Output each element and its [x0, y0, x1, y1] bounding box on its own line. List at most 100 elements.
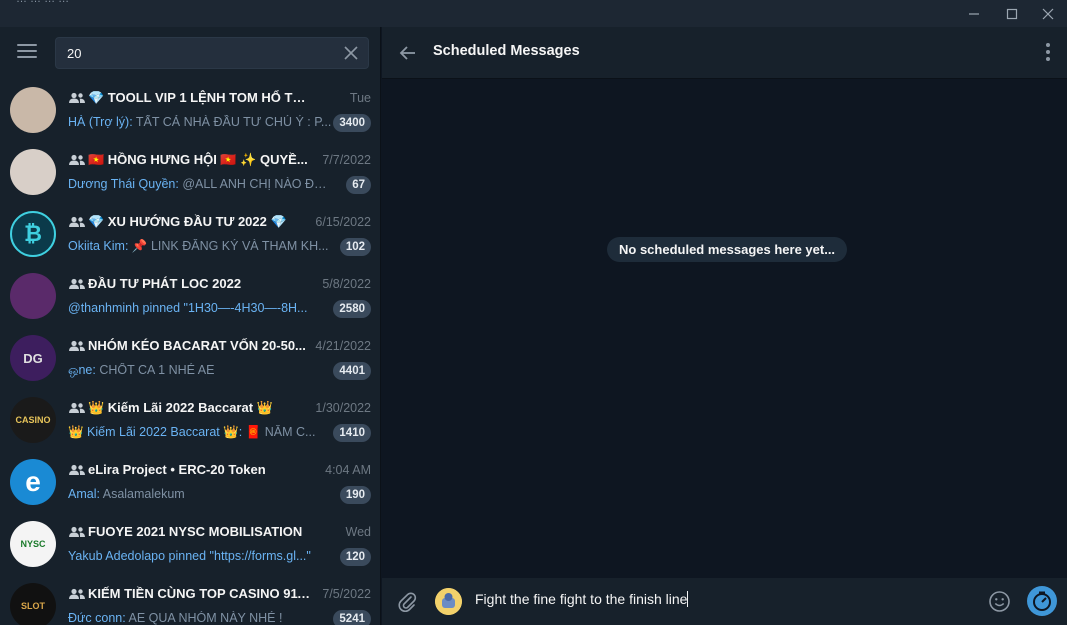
chat-sender: Okiita Kim:: [68, 239, 129, 253]
group-icon: [69, 526, 85, 537]
chat-preview: Okiita Kim: 📌 LINK ĐĂNG KÝ VÀ THAM KH...: [68, 239, 332, 254]
chat-date: 4/21/2022: [315, 339, 371, 353]
maximize-icon[interactable]: [993, 0, 1031, 27]
chat-list-item[interactable]: e eLira Project • ERC-20 Token 4:04 AM Amal…: [0, 452, 380, 514]
avatar-text: CASINO: [15, 415, 51, 425]
chat-preview: @thanhminh pinned "1H30—-4H30—-8H...: [68, 301, 332, 315]
chat-title: 🇻🇳 HỒNG HƯNG HỘI 🇻🇳 ✨ QUYỀ...: [88, 152, 308, 167]
chat-title: 💎 TOOLL VIP 1 LỆNH TOM HỔ TRỢ 💎 ...: [88, 90, 312, 105]
chat-title: eLira Project • ERC-20 Token: [88, 462, 266, 477]
chat-sender: Đức conn:: [68, 611, 126, 625]
chat-avatar: DG: [10, 335, 56, 381]
search-field[interactable]: [55, 37, 369, 69]
chat-list-item[interactable]: 💎 TOOLL VIP 1 LỆNH TOM HỔ TRỢ 💎 ... Tue HÀ…: [0, 80, 380, 142]
chat-sender: Dương Thái Quyền:: [68, 177, 179, 191]
chat-title: 💎 XU HƯỚNG ĐẦU TƯ 2022 💎: [88, 214, 287, 229]
group-icon: [69, 216, 85, 227]
chat-date: 6/15/2022: [315, 215, 371, 229]
hamburger-menu-icon[interactable]: [17, 44, 37, 60]
avatar-text: DG: [23, 350, 43, 366]
chat-preview-text: TẤT CẢ NHÀ ĐẦU TƯ CHÚ Ý : P...: [132, 115, 332, 129]
chat-preview: Đức conn: AE QUA NHÓM NÀY NHÉ !: [68, 611, 332, 625]
emoji-smile-icon[interactable]: [988, 590, 1011, 613]
message-input[interactable]: Fight the fine fight to the finish line: [475, 591, 955, 611]
send-as-avatar[interactable]: [435, 588, 462, 615]
chat-preview: ஒne: CHỐT CA 1 NHÉ AE: [68, 363, 332, 379]
avatar-text: NYSC: [20, 539, 46, 549]
chat-date: 1/30/2022: [315, 401, 371, 415]
avatar-text: e: [25, 466, 41, 497]
chat-preview-text: CHỐT CA 1 NHÉ AE: [95, 363, 215, 377]
chat-list-item[interactable]: ĐẦU TƯ PHÁT LOC 2022 5/8/2022 @thanhminh p…: [0, 266, 380, 328]
chat-avatar: e: [10, 459, 56, 505]
chat-preview-text: 🧧 NĂM C...: [242, 425, 316, 439]
chat-preview: Dương Thái Quyền: @ALL ANH CHỊ NÀO ĐA...: [68, 177, 332, 191]
text-caret: [687, 591, 689, 607]
chat-list-item[interactable]: SLOT KIẾM TIỀN CÙNG TOP CASINO 911 ... 7/5…: [0, 576, 380, 625]
chat-list-item[interactable]: NYSC FUOYE 2021 NYSC MOBILISATION Wed Yakub…: [0, 514, 380, 576]
message-composer: Fight the fine fight to the finish line: [382, 578, 1067, 625]
empty-state-message: No scheduled messages here yet...: [607, 237, 848, 262]
unread-badge: 3400: [333, 114, 371, 132]
chat-avatar: [10, 87, 56, 133]
chat-preview: Yakub Adedolapo pinned "https://forms.gl…: [68, 549, 332, 563]
group-icon: [69, 154, 85, 165]
chat-avatar: ₿: [10, 211, 56, 257]
minimize-icon[interactable]: [955, 0, 993, 27]
group-icon: [69, 278, 85, 289]
more-options-icon[interactable]: [1045, 43, 1051, 63]
unread-badge: 5241: [333, 610, 371, 625]
chat-preview: Amal: Asalamalekum: [68, 487, 332, 501]
chat-list-item[interactable]: ₿ 💎 XU HƯỚNG ĐẦU TƯ 2022 💎 6/15/2022 Okiita…: [0, 204, 380, 266]
chat-avatar: [10, 273, 56, 319]
message-input-text: Fight the fine fight to the finish line: [475, 591, 688, 607]
chat-list-panel: 💎 TOOLL VIP 1 LỆNH TOM HỔ TRỢ 💎 ... Tue HÀ…: [0, 27, 381, 625]
unread-badge: 102: [339, 238, 371, 256]
chat-preview: HÀ (Trợ lý): TẤT CẢ NHÀ ĐẦU TƯ CHÚ Ý : P…: [68, 115, 332, 129]
clear-search-icon[interactable]: [342, 44, 360, 62]
back-arrow-icon[interactable]: [398, 43, 418, 63]
unread-badge: 190: [339, 486, 371, 504]
chat-sender: ஒne:: [68, 363, 96, 377]
attach-paperclip-icon[interactable]: [396, 591, 418, 613]
group-icon: [69, 588, 85, 599]
chat-date: 4:04 AM: [325, 463, 371, 477]
chat-avatar: SLOT: [10, 583, 56, 625]
search-bar: [0, 27, 380, 80]
chat-sender: Yakub Adedolapo pinned "https://forms.gl…: [68, 549, 311, 563]
page-title: Scheduled Messages: [433, 43, 580, 59]
search-input[interactable]: [67, 44, 327, 62]
chat-preview-text: 📌 LINK ĐĂNG KÝ VÀ THAM KH...: [128, 239, 329, 253]
unread-badge: 120: [339, 548, 371, 566]
schedule-send-button[interactable]: [1027, 586, 1057, 616]
chat-avatar: CASINO: [10, 397, 56, 443]
group-icon: [69, 464, 85, 475]
avatar-text: SLOT: [21, 601, 45, 611]
chat-date: 7/7/2022: [322, 153, 371, 167]
chat-sender: @thanhminh pinned "1H30—-4H30—-8H...: [68, 301, 308, 315]
chat-preview: 👑 Kiếm Lãi 2022 Baccarat 👑: 🧧 NĂM C...: [68, 425, 332, 440]
unread-badge: 1410: [333, 424, 371, 442]
conversation-panel: Scheduled Messages No scheduled messages…: [382, 27, 1067, 625]
chat-preview-text: AE QUA NHÓM NÀY NHÉ !: [125, 611, 283, 625]
chat-list-item[interactable]: CASINO 👑 Kiếm Lãi 2022 Baccarat 👑 1/30/202…: [0, 390, 380, 452]
chat-avatar: [10, 149, 56, 195]
chat-list-item[interactable]: 🇻🇳 HỒNG HƯNG HỘI 🇻🇳 ✨ QUYỀ... 7/7/2022 Dươ…: [0, 142, 380, 204]
chat-list-item[interactable]: DG NHÓM KÉO BACARAT VỐN 20-50... 4/21/2022…: [0, 328, 380, 390]
chat-date: Wed: [345, 525, 371, 539]
close-icon[interactable]: [1029, 0, 1067, 27]
chat-title: FUOYE 2021 NYSC MOBILISATION: [88, 524, 303, 539]
chat-list: 💎 TOOLL VIP 1 LỆNH TOM HỔ TRỢ 💎 ... Tue HÀ…: [0, 80, 380, 625]
chat-avatar: NYSC: [10, 521, 56, 567]
chat-sender: 👑 Kiếm Lãi 2022 Baccarat 👑:: [68, 425, 243, 439]
chat-date: 5/8/2022: [322, 277, 371, 291]
chat-preview-text: @ALL ANH CHỊ NÀO ĐA...: [178, 177, 332, 191]
group-icon: [69, 402, 85, 413]
chat-sender: Amal:: [68, 487, 100, 501]
chat-title: KIẾM TIỀN CÙNG TOP CASINO 911 ...: [88, 586, 312, 601]
timer-icon: [1033, 591, 1051, 611]
conversation-header: Scheduled Messages: [382, 27, 1067, 79]
chat-preview-text: Asalamalekum: [99, 487, 185, 501]
chat-date: 7/5/2022: [322, 587, 371, 601]
unread-badge: 67: [346, 176, 371, 194]
